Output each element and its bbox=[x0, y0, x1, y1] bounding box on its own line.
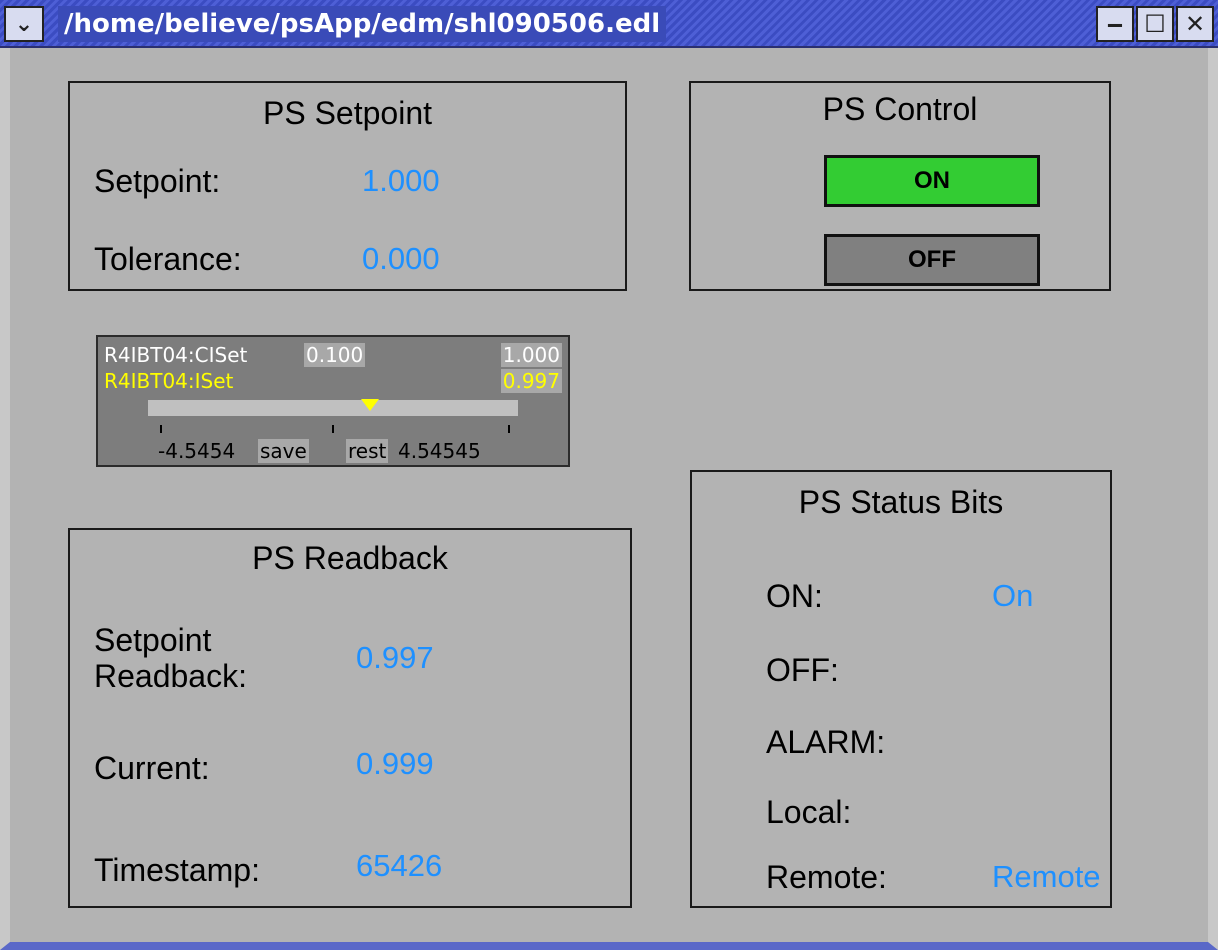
ps-setpoint-panel: PS Setpoint Setpoint: 1.000 Tolerance: 0… bbox=[68, 81, 627, 291]
setpoint-readback-label-line2: Readback: bbox=[94, 658, 247, 694]
slider-save-button[interactable]: save bbox=[258, 439, 309, 463]
setpoint-value[interactable]: 1.000 bbox=[362, 163, 440, 199]
status-on-value: On bbox=[992, 578, 1034, 613]
slider-min: -4.5454 bbox=[158, 439, 236, 463]
ps-control-panel: PS Control ON OFF bbox=[689, 81, 1111, 291]
tolerance-value[interactable]: 0.000 bbox=[362, 241, 440, 277]
maximize-icon[interactable]: ☐ bbox=[1136, 6, 1174, 42]
ps-setpoint-title: PS Setpoint bbox=[263, 95, 432, 131]
slider-track[interactable] bbox=[148, 400, 518, 416]
slider-control-value: 1.000 bbox=[500, 343, 562, 367]
status-alarm-label: ALARM: bbox=[766, 724, 886, 760]
ps-off-button[interactable]: OFF bbox=[824, 234, 1040, 286]
slider-max: 4.54545 bbox=[398, 439, 481, 463]
slider-restore-button[interactable]: rest bbox=[346, 439, 389, 463]
ps-status-bits-title: PS Status Bits bbox=[798, 484, 1004, 520]
slider-tick bbox=[508, 425, 510, 433]
slider-readback-value: 0.997 bbox=[500, 369, 562, 393]
slider-tick bbox=[332, 425, 334, 433]
ps-readback-title: PS Readback bbox=[252, 540, 448, 576]
timestamp-value: 65426 bbox=[356, 848, 443, 883]
tolerance-label: Tolerance: bbox=[94, 241, 242, 277]
minimize-icon[interactable]: ‒ bbox=[1096, 6, 1134, 42]
window-menu-icon[interactable]: ⌄ bbox=[4, 6, 44, 42]
setpoint-label: Setpoint: bbox=[94, 163, 221, 199]
ps-on-button[interactable]: ON bbox=[824, 155, 1040, 207]
current-slider-control[interactable]: R4IBT04:CISet 0.100 1.000 R4IBT04:ISet 0… bbox=[96, 335, 570, 467]
setpoint-readback-value: 0.997 bbox=[356, 640, 434, 675]
setpoint-readback-label-line1: Setpoint bbox=[94, 622, 212, 658]
current-label: Current: bbox=[94, 750, 210, 786]
title-bar[interactable]: ⌄ /home/believe/psApp/edm/shl090506.edl … bbox=[0, 0, 1218, 48]
edm-window: ⌄ /home/believe/psApp/edm/shl090506.edl … bbox=[0, 0, 1218, 950]
status-off-label: OFF: bbox=[766, 652, 839, 688]
slider-control-pv: R4IBT04:CISet bbox=[104, 343, 248, 367]
current-value: 0.999 bbox=[356, 746, 434, 781]
status-remote-value: Remote bbox=[992, 859, 1101, 894]
slider-increment[interactable]: 0.100 bbox=[304, 343, 366, 367]
slider-tick bbox=[160, 425, 162, 433]
close-icon[interactable]: ✕ bbox=[1176, 6, 1214, 42]
timestamp-label: Timestamp: bbox=[94, 852, 260, 888]
window-title: /home/believe/psApp/edm/shl090506.edl bbox=[58, 6, 667, 42]
slider-thumb[interactable] bbox=[361, 399, 379, 411]
ps-readback-panel: PS Readback Setpoint Readback: 0.997 Cur… bbox=[68, 528, 632, 908]
status-remote-label: Remote: bbox=[766, 859, 887, 895]
status-on-label: ON: bbox=[766, 578, 823, 614]
status-local-label: Local: bbox=[766, 794, 852, 830]
ps-status-bits-panel: PS Status Bits ON: On OFF: ALARM: Local:… bbox=[690, 470, 1112, 908]
slider-readback-pv: R4IBT04:ISet bbox=[104, 369, 234, 393]
ps-control-title: PS Control bbox=[822, 91, 978, 127]
